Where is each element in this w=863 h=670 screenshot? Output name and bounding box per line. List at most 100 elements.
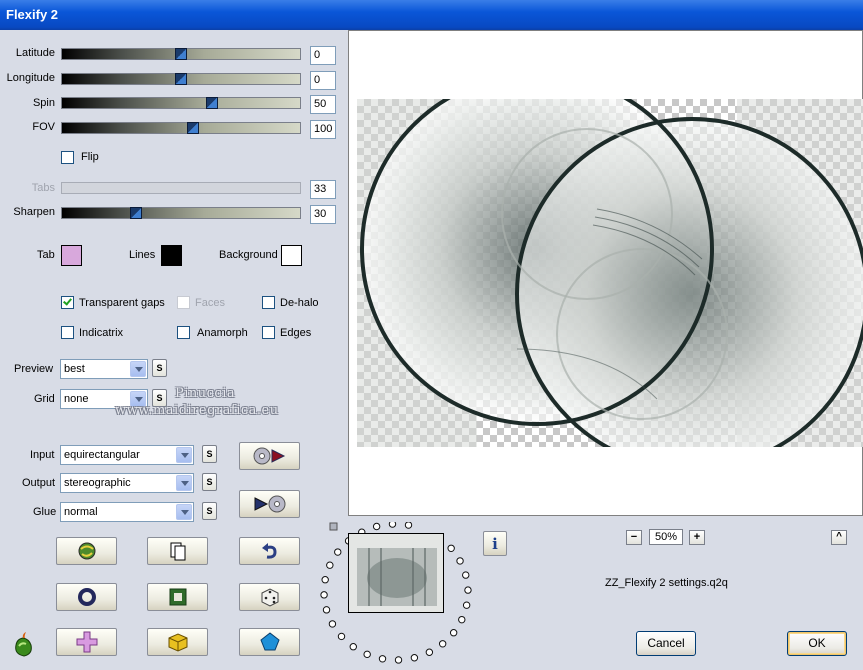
pentagon-icon xyxy=(259,632,280,651)
preview-select-value: best xyxy=(64,363,85,375)
zoom-out-button[interactable]: − xyxy=(626,530,642,545)
chevron-down-icon[interactable] xyxy=(176,447,192,463)
input-select[interactable]: equirectangular xyxy=(60,445,194,465)
fov-input[interactable]: 100 xyxy=(310,120,336,139)
globe-icon xyxy=(78,542,95,560)
glue-select[interactable]: normal xyxy=(60,502,194,522)
sharpen-slider[interactable] xyxy=(61,207,301,219)
info-icon: i xyxy=(492,534,498,553)
ring-shape-button[interactable] xyxy=(56,583,117,611)
navigator-dot xyxy=(321,576,329,584)
settings-filename: ZZ_Flexify 2 settings.q2q xyxy=(605,577,728,589)
background-color-swatch[interactable] xyxy=(281,245,302,266)
cube-shape-button[interactable] xyxy=(147,628,208,656)
anamorph-checkbox[interactable] xyxy=(177,326,190,339)
navigator-dot xyxy=(425,648,434,656)
title-bar: Flexify 2 xyxy=(0,0,863,30)
preview-s-button[interactable]: S xyxy=(152,359,167,377)
dice-icon xyxy=(261,588,278,607)
random-globe-button[interactable] xyxy=(56,537,117,565)
output-label: Output xyxy=(22,477,56,489)
latitude-label: Latitude xyxy=(15,47,55,59)
faces-label: Faces xyxy=(195,297,225,309)
disc-play-icon xyxy=(253,447,285,465)
tab-color-label: Tab xyxy=(37,249,55,261)
flip-checkbox[interactable] xyxy=(61,151,74,164)
window-title: Flexify 2 xyxy=(6,7,59,22)
navigator-dot xyxy=(456,557,464,565)
fov-slider-thumb[interactable] xyxy=(186,122,199,134)
longitude-label: Longitude xyxy=(6,72,55,84)
grid-select-value: none xyxy=(64,393,89,405)
preview-image xyxy=(357,99,863,447)
longitude-input[interactable]: 0 xyxy=(310,71,336,90)
cross-shape-icon xyxy=(76,631,97,653)
navigator-dot xyxy=(447,544,455,552)
latitude-input[interactable]: 0 xyxy=(310,46,336,65)
spin-input[interactable]: 50 xyxy=(310,95,336,114)
copy-button[interactable] xyxy=(147,537,208,565)
chevron-down-icon[interactable] xyxy=(176,504,192,520)
indicatrix-checkbox[interactable] xyxy=(61,326,74,339)
watermark-line1: Pinuccia xyxy=(175,386,236,401)
render-to-left-button[interactable] xyxy=(239,490,300,518)
preview-pane[interactable] xyxy=(348,30,863,516)
tabs-slider xyxy=(61,182,301,194)
chevron-down-icon[interactable] xyxy=(130,361,146,377)
info-button[interactable]: i xyxy=(483,531,507,556)
transparent-gaps-checkbox[interactable] xyxy=(61,296,74,309)
ok-button[interactable]: OK xyxy=(787,631,847,656)
ring-icon xyxy=(77,588,96,606)
watermark-line2: www.maidiregrafica.eu xyxy=(115,403,279,418)
preview-render xyxy=(357,99,863,447)
dice-random-button[interactable] xyxy=(239,583,300,611)
output-select-value: stereographic xyxy=(64,477,131,489)
sharpen-slider-thumb[interactable] xyxy=(129,207,142,219)
render-to-right-button[interactable] xyxy=(239,442,300,470)
longitude-slider-thumb[interactable] xyxy=(175,73,187,85)
navigator-dot xyxy=(462,571,470,579)
undo-button[interactable] xyxy=(239,537,300,565)
navigator-thumbnail[interactable] xyxy=(348,533,444,613)
anamorph-label: Anamorph xyxy=(197,327,248,339)
indicatrix-label: Indicatrix xyxy=(79,327,124,339)
latitude-slider[interactable] xyxy=(61,48,301,60)
navigator-dot xyxy=(410,654,419,662)
output-select[interactable]: stereographic xyxy=(60,473,194,493)
navigator-dot xyxy=(394,656,403,664)
navigator-dot xyxy=(337,632,346,641)
pentagon-shape-button[interactable] xyxy=(239,628,300,656)
longitude-slider[interactable] xyxy=(61,73,301,85)
spin-slider[interactable] xyxy=(61,97,301,109)
de-halo-checkbox[interactable] xyxy=(262,296,275,309)
output-s-button[interactable]: S xyxy=(202,473,217,491)
cube-icon xyxy=(168,633,187,652)
square-frame-button[interactable] xyxy=(147,583,208,611)
latitude-slider-thumb[interactable] xyxy=(175,48,187,60)
fov-label: FOV xyxy=(32,121,55,133)
cancel-button[interactable]: Cancel xyxy=(636,631,696,656)
sharpen-input[interactable]: 30 xyxy=(310,205,336,224)
glue-select-value: normal xyxy=(64,506,98,518)
copy-icon xyxy=(170,542,185,561)
input-s-button[interactable]: S xyxy=(202,445,217,463)
chevron-down-icon[interactable] xyxy=(176,475,192,491)
check-icon xyxy=(63,296,72,306)
spin-slider-thumb[interactable] xyxy=(205,97,218,109)
edges-checkbox[interactable] xyxy=(262,326,275,339)
navigator-dot xyxy=(326,561,334,569)
cross-shape-button[interactable] xyxy=(56,628,117,656)
square-frame-icon xyxy=(169,588,186,606)
zoom-in-button[interactable]: + xyxy=(689,530,705,545)
collapse-button[interactable]: ^ xyxy=(831,530,847,545)
tab-color-swatch[interactable] xyxy=(61,245,82,266)
glue-label: Glue xyxy=(33,506,57,518)
fov-slider[interactable] xyxy=(61,122,301,134)
navigator-dot xyxy=(462,601,471,609)
navigator-dot xyxy=(328,620,337,628)
tabs-label: Tabs xyxy=(31,182,55,194)
navigator-dot xyxy=(404,522,413,529)
glue-s-button[interactable]: S xyxy=(202,502,217,520)
preview-select[interactable]: best xyxy=(60,359,148,379)
lines-color-swatch[interactable] xyxy=(161,245,182,266)
